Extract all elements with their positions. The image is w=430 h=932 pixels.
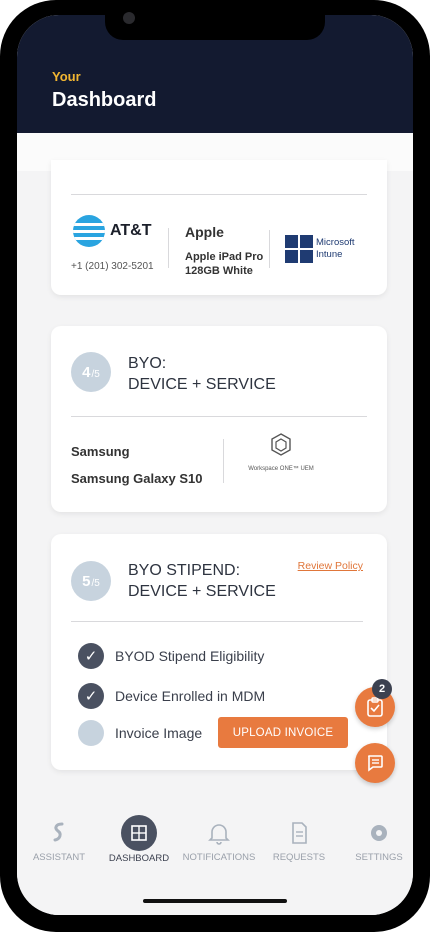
step-5-card: 5/5 BYO STIPEND: DEVICE + SERVICE Review… [51, 534, 387, 770]
nav-label: REQUESTS [272, 852, 326, 863]
checkmark-icon: ✓ [78, 683, 104, 709]
incomplete-circle-icon [78, 720, 104, 746]
nav-label: SETTINGS [355, 852, 403, 863]
step-total: /5 [91, 577, 100, 589]
nav-settings[interactable]: SETTINGS [339, 820, 413, 863]
mdm-name: Workspace ONE™ UEM [248, 466, 314, 472]
gear-icon [371, 825, 387, 841]
chat-icon [368, 755, 383, 772]
nav-notifications[interactable]: NOTIFICATIONS [179, 820, 259, 863]
step-badge: 4/5 [71, 352, 111, 392]
page-title: Dashboard [52, 89, 157, 111]
device-brand: Samsung [71, 444, 130, 459]
mdm-name: Microsoft Intune [316, 237, 355, 260]
dashboard-content[interactable]: AT&T +1 (201) 302-5201 Apple Apple iPad … [17, 133, 413, 808]
step-badge: 5/5 [71, 561, 111, 601]
step-title-line2: DEVICE + SERVICE [128, 583, 276, 600]
app-screen: Your Dashboard AT&T +1 (201) 302-5201 Ap… [17, 15, 413, 915]
bell-icon [208, 824, 230, 845]
chat-fab-button[interactable] [355, 743, 395, 783]
nav-label: DASHBOARD [108, 853, 170, 864]
nav-label: ASSISTANT [32, 852, 86, 863]
phone-frame: Your Dashboard AT&T +1 (201) 302-5201 Ap… [0, 0, 430, 932]
checklist-label: Device Enrolled in MDM [115, 688, 266, 704]
nav-assistant[interactable]: ASSISTANT [19, 820, 99, 863]
card-vertical-divider [168, 228, 169, 268]
step-number: 5 [82, 572, 91, 590]
clipboard-check-icon [367, 697, 383, 717]
camera-icon [123, 12, 135, 24]
card-divider [71, 621, 363, 622]
review-policy-link[interactable]: Review Policy [298, 560, 363, 572]
home-indicator[interactable] [143, 899, 287, 903]
checklist-label: BYOD Stipend Eligibility [115, 648, 265, 664]
device-brand: Apple [185, 224, 224, 240]
upload-invoice-button[interactable]: UPLOAD INVOICE [218, 717, 348, 748]
task-count-badge: 2 [372, 679, 392, 699]
step-title-line1: BYO: [128, 355, 167, 372]
step-title: BYO: DEVICE + SERVICE [128, 353, 328, 395]
carrier-name: AT&T [110, 222, 152, 239]
card-vertical-divider [269, 230, 270, 268]
checkmark-icon: ✓ [78, 643, 104, 669]
device-model: Apple iPad Pro 128GB White [185, 251, 264, 277]
step-4-card: 4/5 BYO: DEVICE + SERVICE Samsung Samsun… [51, 326, 387, 512]
phone-notch [105, 0, 325, 40]
nav-requests[interactable]: REQUESTS [259, 820, 339, 863]
document-icon [292, 822, 307, 844]
checklist-item: ✓ Device Enrolled in MDM [78, 683, 265, 709]
nav-label: NOTIFICATIONS [182, 852, 256, 863]
checklist-label: Invoice Image [115, 725, 203, 741]
assistant-icon [53, 822, 64, 842]
step-3-card: AT&T +1 (201) 302-5201 Apple Apple iPad … [51, 160, 387, 295]
checklist-item: ✓ BYOD Stipend Eligibility [78, 643, 264, 669]
device-model: Samsung Galaxy S10 [71, 471, 203, 486]
carrier-phone: +1 (201) 302-5201 [71, 261, 154, 272]
dashboard-icon [121, 815, 157, 851]
card-divider [71, 416, 367, 417]
step-title-line2: DEVICE + SERVICE [128, 376, 276, 393]
att-globe-icon [73, 215, 105, 247]
microsoft-logo-icon [285, 235, 313, 263]
card-vertical-divider [223, 439, 224, 483]
step-number: 4 [82, 363, 91, 381]
checklist-item: Invoice Image [78, 720, 202, 746]
nav-dashboard[interactable]: DASHBOARD [99, 815, 179, 864]
card-divider [71, 194, 367, 195]
header-eyebrow: Your [52, 69, 81, 84]
step-total: /5 [91, 368, 100, 380]
workspace-one-icon [271, 433, 291, 456]
